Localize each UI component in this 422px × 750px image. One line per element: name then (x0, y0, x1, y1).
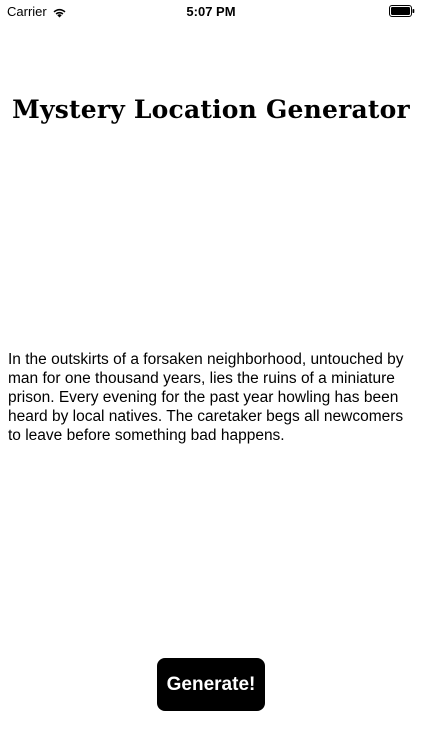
status-right (389, 5, 415, 20)
status-bar: Carrier 5:07 PM (0, 0, 422, 22)
page-title: Mystery Location Generator (12, 95, 410, 124)
location-description: In the outskirts of a forsaken neighborh… (8, 351, 404, 444)
battery-icon (389, 5, 415, 17)
generate-button[interactable]: Generate! (157, 658, 265, 711)
status-time: 5:07 PM (186, 4, 236, 19)
